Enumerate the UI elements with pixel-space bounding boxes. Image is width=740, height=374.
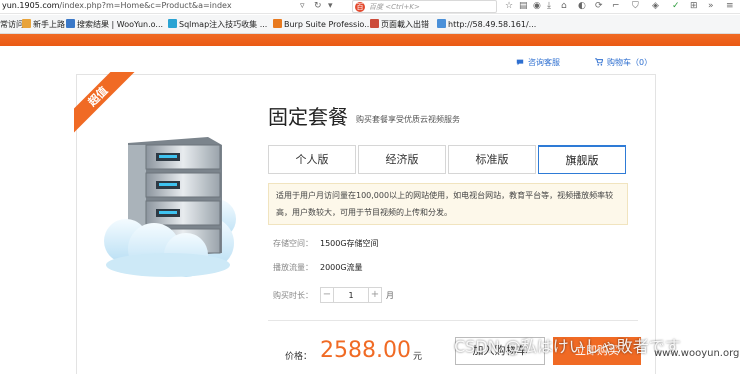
bookmark-item[interactable]: 搜索结果 | WooYun.o...	[66, 19, 163, 30]
dropdown-arrow-icon[interactable]: ▾	[328, 1, 333, 11]
duration-unit: 月	[386, 291, 394, 300]
description-line: 适用于用户月访问量在100,000以上的网站使用，如电视台网站，教育平台等，视频…	[276, 191, 614, 200]
screenshot-icon[interactable]: ⌐	[612, 1, 620, 11]
shield-addon-icon[interactable]: ⛉	[632, 1, 639, 11]
bookmark-item[interactable]: 常访问	[0, 19, 24, 30]
value-ribbon: 超值	[74, 72, 136, 134]
extension-icon[interactable]: ◉	[533, 1, 541, 11]
site-watermark: www.wooyun.org	[654, 348, 740, 359]
bookmark-item[interactable]: Sqlmap注入技巧收集 ...	[168, 19, 267, 30]
plan-description: 适用于用户月访问量在100,000以上的网站使用，如电视台网站，教育平台等，视频…	[268, 183, 628, 225]
bookmark-icon	[273, 19, 282, 28]
product-subtitle: 购买套餐享受优质云视频服务	[356, 115, 460, 124]
search-input[interactable]: 百 百度 <Ctrl+K>	[352, 0, 497, 13]
description-line: 高，用户数较大，可用于节目视频的上传和分发。	[276, 208, 452, 217]
reading-list-icon[interactable]: ▤	[519, 1, 528, 11]
check-icon[interactable]: ✓	[672, 1, 680, 11]
decrement-button[interactable]: −	[321, 288, 334, 302]
reload-icon[interactable]: ↻	[314, 1, 322, 11]
download-icon[interactable]: ⤓	[547, 1, 551, 11]
duration-label: 购买时长：	[273, 291, 313, 300]
shield-icon[interactable]: ▿	[300, 1, 305, 11]
traffic-label: 播放流量：	[273, 263, 313, 272]
quantity-input[interactable]	[334, 288, 368, 302]
storage-spec: 存储空间： 1500G存储空间	[273, 238, 379, 249]
bookmark-item[interactable]: 新手上路	[22, 19, 65, 30]
increment-button[interactable]: +	[368, 288, 381, 302]
bookmark-icon	[168, 19, 177, 28]
bookmark-item[interactable]: http://58.49.58.161/...	[437, 19, 536, 29]
tab-standard[interactable]: 标准版	[448, 145, 536, 174]
divider	[268, 320, 638, 321]
bookmark-item[interactable]: Burp Suite Professio...	[273, 19, 372, 29]
search-placeholder: 百度 <Ctrl+K>	[369, 3, 420, 11]
consult-link[interactable]: 咨询客服	[516, 57, 560, 68]
url-text[interactable]: yun.1905.com/index.php?m=Home&c=Product&…	[2, 1, 232, 10]
cart-icon	[595, 58, 603, 66]
home-icon[interactable]: ⌂	[561, 1, 567, 11]
traffic-spec: 播放流量： 2000G流量	[273, 262, 363, 273]
price-label: 价格：	[285, 352, 313, 362]
translate-icon[interactable]: ⊞	[690, 1, 698, 11]
bookmark-item[interactable]: 页面載入出错	[370, 19, 429, 30]
traffic-value: 2000G流量	[320, 263, 363, 272]
bookmark-icon	[370, 19, 379, 28]
site-header-band	[0, 34, 740, 46]
pocket-icon[interactable]: ◐	[578, 1, 586, 11]
star-icon[interactable]: ☆	[505, 1, 513, 11]
bookmark-icon	[437, 19, 446, 28]
server-cloud-illustration	[104, 137, 236, 277]
csdn-watermark: CSDN @私はけいしゃ敗者です	[454, 337, 681, 356]
tab-economy[interactable]: 经济版	[358, 145, 446, 174]
ribbon-label: 超值	[74, 72, 136, 134]
tab-personal[interactable]: 个人版	[268, 145, 356, 174]
price-unit: 元	[413, 352, 423, 362]
overflow-icon[interactable]: »	[708, 1, 714, 11]
chat-icon	[516, 59, 524, 66]
tab-flagship[interactable]: 旗舰版	[538, 145, 626, 174]
hackbar-icon[interactable]: ◈	[652, 1, 659, 11]
cart-link[interactable]: 购物车（0）	[595, 57, 652, 68]
browser-url-bar[interactable]: yun.1905.com/index.php?m=Home&c=Product&…	[0, 0, 740, 14]
storage-value: 1500G存储空间	[320, 239, 379, 248]
sync-icon[interactable]: ⟳	[595, 1, 603, 11]
product-title: 固定套餐	[268, 105, 348, 129]
quantity-stepper: − +	[320, 287, 382, 303]
bookmark-icon	[66, 19, 75, 28]
menu-icon[interactable]: ≡	[726, 1, 734, 11]
bookmark-icon	[22, 19, 31, 28]
baidu-icon: 百	[355, 2, 365, 12]
storage-label: 存储空间：	[273, 239, 313, 248]
price-value: 2588.00	[320, 338, 411, 363]
bookmarks-bar: 常访问 新手上路 搜索结果 | WooYun.o... Sqlmap注入技巧收集…	[0, 15, 740, 34]
